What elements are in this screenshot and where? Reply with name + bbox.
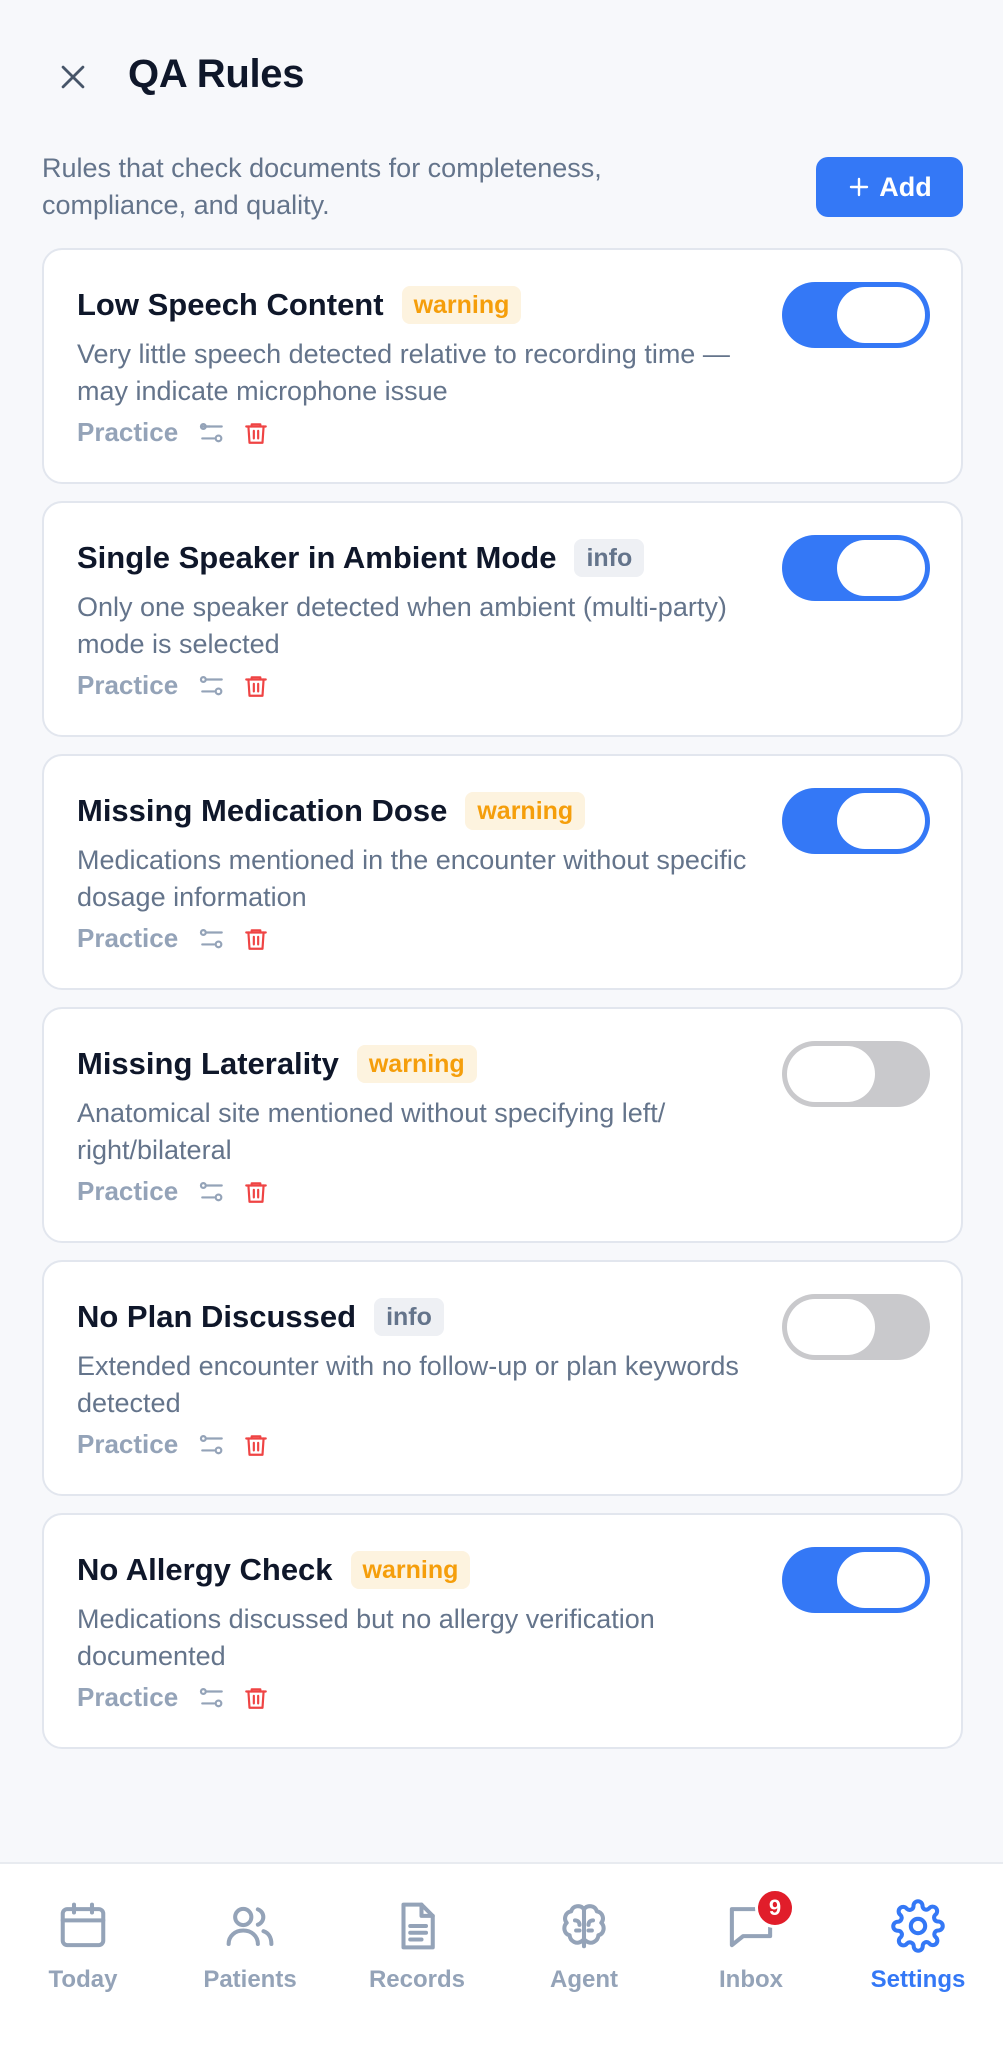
rule-card: No Allergy Check warning Medications dis… bbox=[42, 1513, 963, 1749]
add-rule-button[interactable]: Add bbox=[816, 157, 963, 217]
add-button-label: Add bbox=[879, 171, 932, 202]
tab-settings[interactable]: Settings bbox=[848, 1896, 988, 2006]
rule-card: Low Speech Content warning Very little s… bbox=[42, 248, 963, 484]
rule-description: Very little speech detected relative to … bbox=[77, 339, 730, 406]
configure-icon[interactable] bbox=[198, 925, 226, 953]
rule-scope: Practice bbox=[77, 417, 179, 447]
trash-icon[interactable] bbox=[242, 1431, 270, 1459]
tab-patients[interactable]: Patients bbox=[180, 1896, 320, 2006]
tab-label: Today bbox=[48, 1966, 118, 1993]
trash-icon[interactable] bbox=[242, 1684, 270, 1712]
tab-label: Agent bbox=[550, 1966, 618, 1993]
calendar-icon bbox=[53, 1896, 113, 1956]
rule-title: Missing Laterality bbox=[77, 1046, 339, 1081]
tab-today[interactable]: Today bbox=[13, 1896, 153, 2006]
rules-list: Low Speech Content warning Very little s… bbox=[42, 248, 963, 1766]
rule-title: No Plan Discussed bbox=[77, 1299, 357, 1334]
rule-title: No Allergy Check bbox=[77, 1552, 333, 1587]
rule-title: Low Speech Content bbox=[77, 287, 384, 322]
severity-badge: info bbox=[374, 1298, 444, 1336]
close-button[interactable] bbox=[48, 52, 98, 102]
tab-agent[interactable]: Agent bbox=[514, 1896, 654, 2006]
configure-icon[interactable] bbox=[198, 1178, 226, 1206]
rule-description: Anatomical site mentioned without specif… bbox=[77, 1098, 666, 1165]
severity-badge: info bbox=[574, 539, 645, 577]
rule-card: Missing Medication Dose warning Medicati… bbox=[42, 754, 963, 990]
tab-label: Records bbox=[368, 1966, 466, 1993]
tab-inbox[interactable]: 9 Inbox bbox=[681, 1888, 821, 2006]
inbox-badge: 9 bbox=[755, 1888, 795, 1928]
rule-toggle[interactable] bbox=[782, 1294, 930, 1360]
rule-title: Missing Medication Dose bbox=[77, 793, 448, 828]
toggle-knob bbox=[837, 793, 925, 849]
toggle-knob bbox=[787, 1046, 875, 1102]
severity-badge: warning bbox=[356, 1045, 477, 1083]
plus-icon bbox=[850, 177, 869, 197]
configure-icon[interactable] bbox=[198, 419, 226, 447]
rule-description: Extended encounter with no follow-up or … bbox=[77, 1351, 739, 1418]
severity-badge: warning bbox=[401, 286, 522, 324]
rule-scope: Practice bbox=[77, 923, 179, 953]
header: QA Rules bbox=[0, 0, 1003, 150]
rule-card: No Plan Discussed info Extended encounte… bbox=[42, 1260, 963, 1496]
rule-scope: Practice bbox=[77, 1682, 179, 1712]
tab-label: Patients bbox=[203, 1966, 297, 1993]
rule-toggle[interactable] bbox=[782, 1547, 930, 1613]
toggle-knob bbox=[837, 287, 925, 343]
rule-description: Medications discussed but no allergy ver… bbox=[77, 1604, 655, 1671]
close-icon bbox=[61, 65, 85, 89]
rule-toggle[interactable] bbox=[782, 788, 930, 854]
rule-scope: Practice bbox=[77, 1429, 179, 1459]
tab-label: Settings bbox=[870, 1966, 966, 1993]
rule-toggle[interactable] bbox=[782, 1041, 930, 1107]
rule-toggle[interactable] bbox=[782, 535, 930, 601]
rule-scope: Practice bbox=[77, 670, 179, 700]
tab-label: Inbox bbox=[719, 1966, 783, 1993]
rule-description: Medications mentioned in the encounter w… bbox=[77, 845, 747, 912]
toggle-knob bbox=[837, 1552, 925, 1608]
brain-icon bbox=[554, 1896, 614, 1956]
rule-card: Single Speaker in Ambient Mode info Only… bbox=[42, 501, 963, 737]
severity-badge: warning bbox=[465, 792, 586, 830]
configure-icon[interactable] bbox=[198, 1431, 226, 1459]
toggle-knob bbox=[787, 1299, 875, 1355]
configure-icon[interactable] bbox=[198, 1684, 226, 1712]
bottom-tab-bar: Today Patients Records Agent 9 Inbox Set… bbox=[0, 1862, 1003, 2048]
toggle-knob bbox=[837, 540, 925, 596]
users-icon bbox=[220, 1896, 280, 1956]
rule-toggle[interactable] bbox=[782, 282, 930, 348]
rule-title: Single Speaker in Ambient Mode bbox=[77, 540, 557, 575]
message-icon: 9 bbox=[721, 1888, 795, 1956]
page-title: QA Rules bbox=[128, 52, 305, 96]
trash-icon[interactable] bbox=[242, 672, 270, 700]
trash-icon[interactable] bbox=[242, 1178, 270, 1206]
rule-card: Missing Laterality warning Anatomical si… bbox=[42, 1007, 963, 1243]
trash-icon[interactable] bbox=[242, 419, 270, 447]
gear-icon bbox=[888, 1896, 948, 1956]
page-description: Rules that check documents for completen… bbox=[42, 153, 602, 220]
trash-icon[interactable] bbox=[242, 925, 270, 953]
rule-description: Only one speaker detected when ambient (… bbox=[77, 592, 727, 659]
severity-badge: warning bbox=[350, 1551, 471, 1589]
document-icon bbox=[387, 1896, 447, 1956]
configure-icon[interactable] bbox=[198, 672, 226, 700]
rule-scope: Practice bbox=[77, 1176, 179, 1206]
tab-records[interactable]: Records bbox=[347, 1896, 487, 2006]
